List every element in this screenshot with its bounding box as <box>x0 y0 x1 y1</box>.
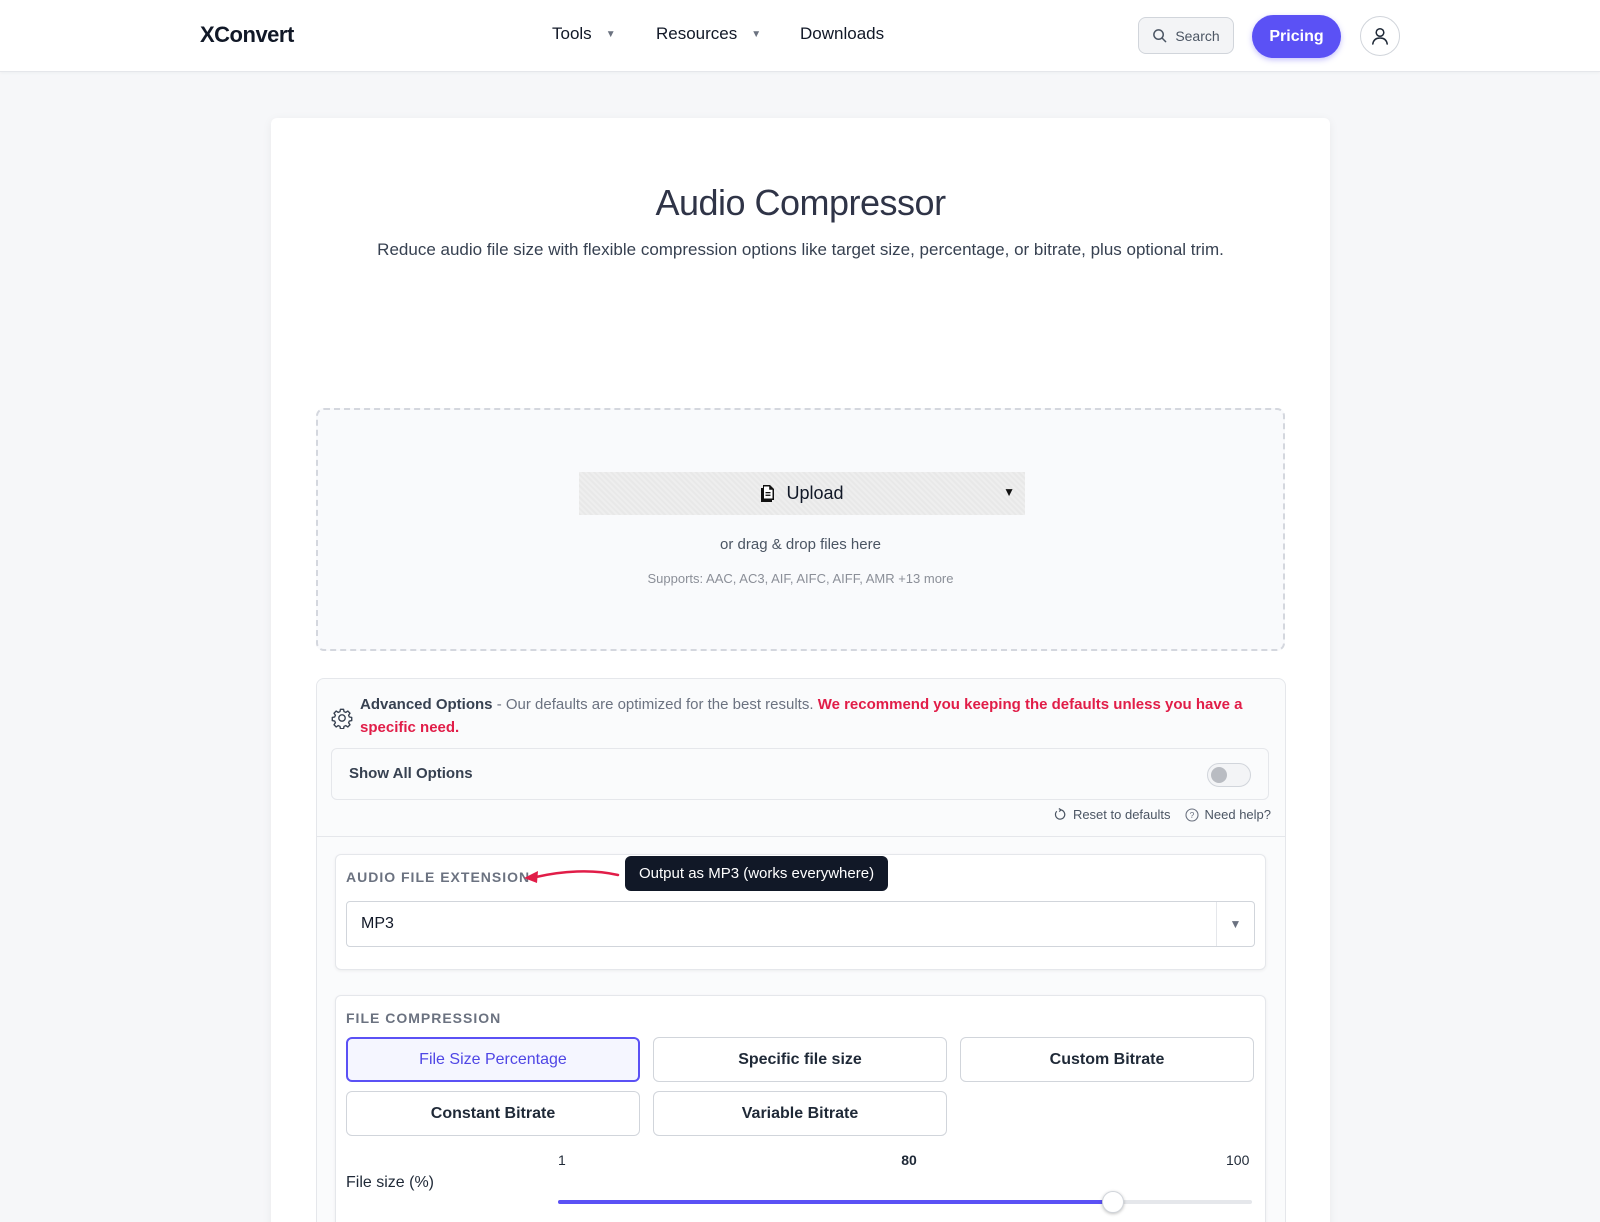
file-compression-label: FILE COMPRESSION <box>346 1010 502 1026</box>
option-custom-bitrate[interactable]: Custom Bitrate <box>960 1037 1254 1082</box>
slider-fill <box>558 1200 1114 1204</box>
audio-extension-select[interactable]: MP3 ▼ <box>346 901 1255 947</box>
need-help-label: Need help? <box>1204 807 1272 822</box>
pricing-button[interactable]: Pricing <box>1252 15 1341 58</box>
logo[interactable]: XConvert <box>200 22 294 48</box>
slider-value-label: 80 <box>901 1152 917 1168</box>
top-navbar: XConvert Tools ▼ Resources ▼ Downloads S… <box>0 0 1600 72</box>
options-links: Reset to defaults ? Need help? <box>1054 807 1271 822</box>
chevron-down-icon: ▼ <box>605 28 616 40</box>
option-file-size-percentage[interactable]: File Size Percentage <box>346 1037 640 1082</box>
reset-icon <box>1054 808 1066 820</box>
reset-defaults-link[interactable]: Reset to defaults <box>1054 807 1171 822</box>
audio-extension-panel: AUDIO FILE EXTENSION Output as MP3 (work… <box>335 854 1266 970</box>
advanced-options-title: Advanced Options <box>360 696 493 713</box>
file-dropzone[interactable]: Upload ▼ or drag & drop files here Suppo… <box>316 408 1285 651</box>
search-button[interactable]: Search <box>1138 17 1234 54</box>
file-size-slider-label: File size (%) <box>346 1174 435 1191</box>
nav-resources-label: Resources <box>656 24 738 43</box>
user-account-button[interactable] <box>1360 16 1400 56</box>
reset-defaults-label: Reset to defaults <box>1072 807 1171 822</box>
show-all-options-label: Show All Options <box>349 765 473 782</box>
option-specific-file-size[interactable]: Specific file size <box>653 1037 947 1082</box>
nav-tools[interactable]: Tools ▼ <box>552 24 616 44</box>
option-variable-bitrate[interactable]: Variable Bitrate <box>653 1091 947 1136</box>
supported-formats: Supports: AAC, AC3, AIF, AIFC, AIFF, AMR… <box>647 571 954 586</box>
file-icon <box>761 485 775 502</box>
show-all-options-row: Show All Options <box>331 748 1269 800</box>
nav-resources[interactable]: Resources ▼ <box>656 24 761 44</box>
dropdown-arrow-icon[interactable]: ▼ <box>1216 902 1254 946</box>
slider-min-label: 1 <box>558 1152 566 1168</box>
upload-button[interactable]: Upload ▼ <box>579 472 1025 515</box>
need-help-link[interactable]: ? Need help? <box>1184 807 1272 822</box>
nav-downloads[interactable]: Downloads <box>800 24 884 44</box>
advanced-options-description: Advanced Options - Our defaults are opti… <box>360 693 1250 739</box>
help-icon: ? <box>1184 807 1199 822</box>
caret-down-icon[interactable]: ▼ <box>1003 485 1015 499</box>
audio-extension-label: AUDIO FILE EXTENSION <box>346 869 531 885</box>
file-compression-panel: FILE COMPRESSION File Size Percentage Sp… <box>335 995 1266 1222</box>
svg-text:?: ? <box>1189 810 1194 820</box>
option-constant-bitrate[interactable]: Constant Bitrate <box>346 1091 640 1136</box>
slider-thumb[interactable] <box>1102 1191 1125 1213</box>
toggle-knob <box>1211 767 1227 783</box>
converter-card: Audio Compressor Reduce audio file size … <box>271 118 1330 1222</box>
slider-max-label: 100 <box>1226 1152 1250 1168</box>
user-icon <box>1372 27 1388 45</box>
nav-downloads-label: Downloads <box>800 24 885 43</box>
nav-tools-label: Tools <box>552 24 592 43</box>
advanced-options-panel: Advanced Options - Our defaults are opti… <box>316 678 1286 1222</box>
audio-extension-value: MP3 <box>361 915 394 932</box>
page-title: Audio Compressor <box>655 182 946 223</box>
extension-tooltip: Output as MP3 (works everywhere) <box>625 856 889 891</box>
file-size-slider[interactable] <box>558 1191 1252 1213</box>
upload-label: Upload <box>786 483 844 503</box>
page-subtitle: Reduce audio file size with flexible com… <box>377 240 1224 259</box>
gear-icon <box>331 708 353 729</box>
tooltip-pointer-arrow-icon <box>524 870 620 883</box>
search-label: Search <box>1175 27 1220 44</box>
chevron-down-icon: ▼ <box>751 28 762 40</box>
show-all-options-toggle[interactable] <box>1207 763 1251 787</box>
drag-drop-hint: or drag & drop files here <box>720 536 881 553</box>
advanced-options-note: - Our defaults are optimized for the bes… <box>492 696 818 713</box>
divider <box>317 836 1285 837</box>
search-icon <box>1153 29 1167 43</box>
